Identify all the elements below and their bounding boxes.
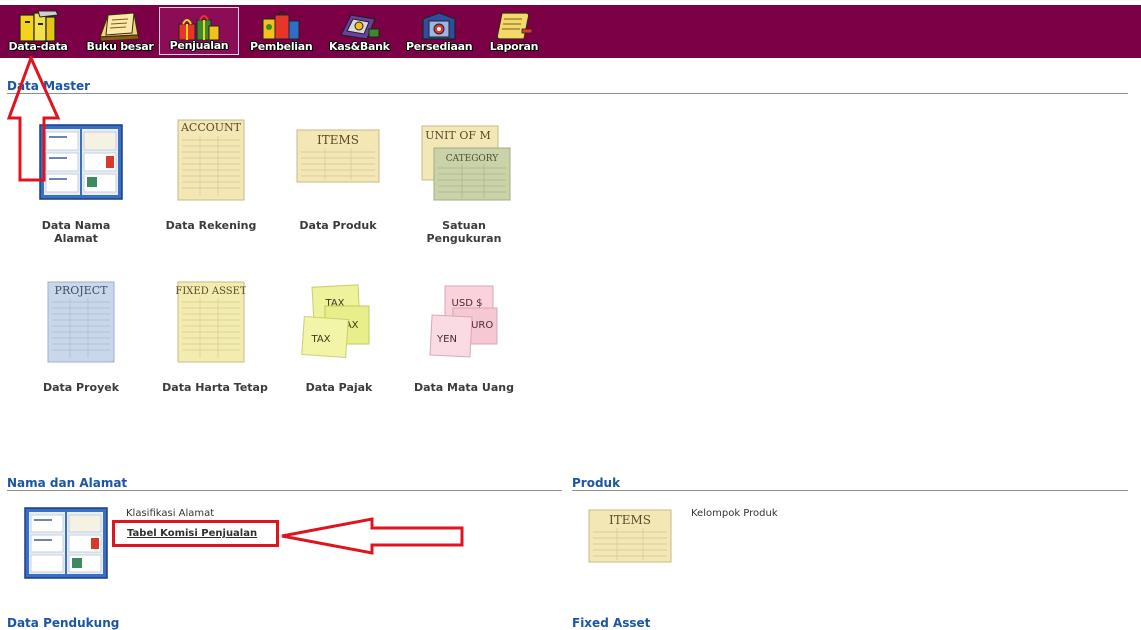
toolbar-button-penjualan[interactable]: Penjualan [159,7,239,55]
project-ledger-icon: PROJECT [47,281,115,363]
items-ledger-icon[interactable]: ITEMS [587,508,673,564]
section-title-nama-dan-alamat: Nama dan Alamat [7,476,128,490]
main-toolbar: Data-data Buku besar Penjualan Pembelian… [0,5,1141,58]
annotation-up-arrow [6,56,61,182]
toolbar-button-label: Laporan [489,40,539,53]
toolbar-button-label: Penjualan [169,39,229,52]
section-divider [7,93,1128,94]
ledger-book-icon [99,12,140,42]
currency-notes-icon: USD $ EURO YEN [429,285,498,358]
toolbar-button-label: Kas&Bank [329,40,390,53]
data-proyek-item[interactable]: PROJECT Data Proyek [21,280,141,400]
data-mata-uang-label: Data Mata Uang [413,381,514,394]
annotation-highlight-box [112,520,279,547]
data-produk-item[interactable]: ITEMS Data Produk [278,118,398,238]
purchase-shopping-icon [262,11,300,40]
data-proyek-label: Data Proyek [42,381,120,394]
toolbar-button-buku-besar[interactable]: Buku besar [85,7,155,55]
data-rekening-item[interactable]: ACCOUNT Data Rekening [151,118,271,238]
toolbar-button-label: Pembelian [250,40,313,53]
currency-icon-text-3: YEN [436,334,457,345]
toolbar-button-label: Data-data [8,40,68,53]
satuan-pengukuran-label: Satuan Pengukuran [426,219,502,245]
project-icon-text: PROJECT [55,284,109,297]
toolbar-button-pembelian[interactable]: Pembelian [250,7,313,55]
annotation-left-arrow [281,517,464,555]
fixed-asset-ledger-icon: FIXED ASSET [176,281,246,363]
category-icon-text: CATEGORY [446,154,500,164]
data-pajak-label: Data Pajak [305,381,373,394]
toolbar-button-kas-bank[interactable]: Kas&Bank [329,7,390,55]
toolbar-button-data-data[interactable]: Data-data [7,7,69,55]
kelompok-produk-link[interactable]: Kelompok Produk [691,508,778,519]
fixed-asset-icon-text: FIXED ASSET [176,286,246,297]
data-produk-label: Data Produk [299,219,377,232]
data-rekening-label: Data Rekening [165,219,257,232]
account-ledger-icon: ACCOUNT [177,119,245,201]
items-icon-text: ITEMS [317,133,359,147]
report-scroll-icon [496,12,533,40]
klasifikasi-alamat-link[interactable]: Klasifikasi Alamat [126,508,214,519]
toolbar-button-label: Buku besar [86,40,154,53]
section-title-produk: Produk [572,476,621,490]
folder-tools-icon [19,10,59,42]
inventory-warehouse-icon [422,12,456,40]
items-icon-text: ITEMS [609,513,651,527]
address-cards-icon[interactable] [22,505,110,581]
toolbar-button-laporan[interactable]: Laporan [486,7,542,55]
items-ledger-icon: ITEMS [296,129,380,183]
cash-bank-icon [340,14,380,40]
data-pajak-item[interactable]: TAX TAX TAX Data Pajak [279,280,399,400]
satuan-pengukuran-item[interactable]: UNIT OF M CATEGORY Satuan Pengukuran [404,118,524,248]
toolbar-button-persediaan[interactable]: Persediaan [406,7,473,55]
toolbar-button-label: Persediaan [406,40,473,53]
section-title-fixed-asset: Fixed Asset [572,616,651,630]
tax-notes-icon: TAX TAX TAX [301,284,370,359]
account-icon-text: ACCOUNT [180,121,242,134]
section-title-data-pendukung: Data Pendukung [7,616,120,630]
unit-icon-text: UNIT OF M [425,129,490,142]
section-divider [7,490,562,491]
unit-category-ledger-icon: UNIT OF M CATEGORY [421,125,511,201]
data-harta-tetap-item[interactable]: FIXED ASSET Data Harta Tetap [155,280,275,400]
section-divider [572,490,1128,491]
data-harta-tetap-label: Data Harta Tetap [162,381,268,394]
tax-icon-text-3: TAX [310,334,330,345]
currency-icon-text-1: USD $ [452,298,483,309]
data-nama-alamat-label: Data Nama Alamat [41,219,111,245]
data-mata-uang-item[interactable]: USD $ EURO YEN Data Mata Uang [404,280,524,400]
